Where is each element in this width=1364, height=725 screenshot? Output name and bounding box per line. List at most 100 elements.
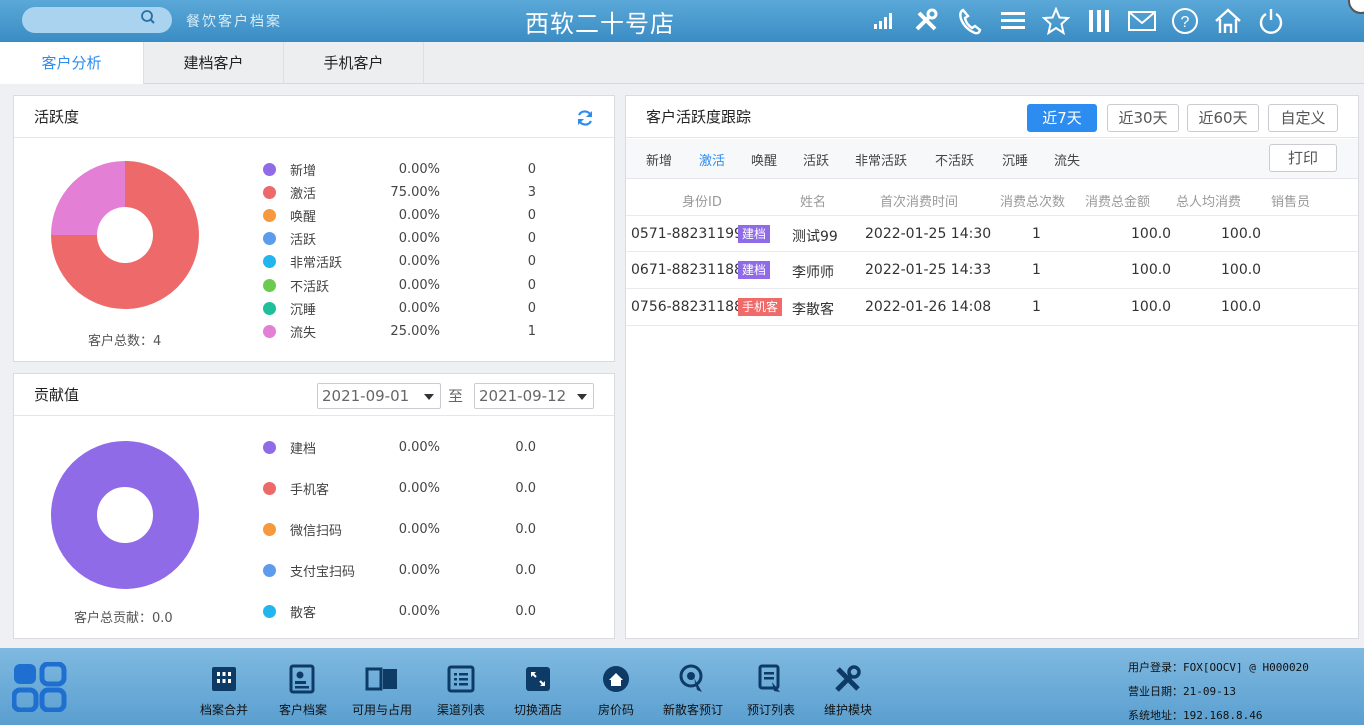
menu-icon[interactable] [997, 5, 1029, 37]
help-icon[interactable]: ? [1169, 5, 1201, 37]
legend-name: 非常活跃 [290, 256, 343, 272]
activity-legend-item[interactable]: 新增 0.00% 0 [262, 159, 536, 179]
tools-icon[interactable] [911, 5, 943, 37]
cell-amount: 100.0 [1131, 226, 1172, 242]
maintenance-button[interactable]: 维护模块 [813, 662, 883, 718]
contribution-legend-item[interactable]: 微信扫码 0.00% 0.0 [262, 519, 536, 539]
filter-awakened[interactable]: 唤醒 [751, 150, 777, 169]
legend-name: 唤醒 [290, 209, 317, 225]
channel-list-button[interactable]: 渠道列表 [426, 662, 496, 718]
business-date-value: 21-09-13 [1183, 685, 1236, 698]
legend-value: 0 [527, 161, 536, 177]
column-header-salesperson[interactable]: 销售员 [1271, 191, 1310, 210]
activity-legend-item[interactable]: 激活 75.00% 3 [262, 182, 536, 202]
contribution-legend-item[interactable]: 散客 0.00% 0.0 [262, 601, 536, 621]
legend-percent: 0.00% [398, 161, 440, 177]
print-button[interactable]: 打印 [1269, 144, 1337, 172]
filter-dormant[interactable]: 沉睡 [1002, 150, 1028, 169]
activity-legend-item[interactable]: 不活跃 0.00% 0 [262, 275, 536, 295]
legend-name: 支付宝扫码 [290, 564, 356, 580]
booking-list-button[interactable]: 预订列表 [736, 662, 806, 718]
activity-legend-item[interactable]: 活跃 0.00% 0 [262, 229, 536, 249]
status-filter-bar: 新增 激活 唤醒 活跃 非常活跃 不活跃 沉睡 流失 打印 [626, 139, 1358, 179]
columns-icon[interactable] [1083, 5, 1115, 37]
tab-mobile-customers[interactable]: 手机客户 [284, 42, 424, 84]
customer-type-badge: 建档 [738, 225, 771, 243]
table-row[interactable]: 0671-88231188 建档 李师师 2022-01-25 14:33 1 100.0… [626, 252, 1358, 289]
activity-legend-item[interactable]: 唤醒 0.00% 0 [262, 205, 536, 225]
app-logo-icon[interactable] [12, 662, 68, 712]
cell-average: 100.0 [1221, 226, 1262, 242]
customer-file-button[interactable]: 客户档案 [268, 662, 338, 718]
new-booking-button[interactable]: 新散客预订 [658, 662, 728, 718]
home-icon[interactable] [1212, 5, 1244, 37]
legend-percent: 0.00% [398, 207, 440, 223]
refresh-icon[interactable] [575, 108, 595, 128]
close-icon[interactable] [1348, 0, 1364, 14]
legend-name: 散客 [290, 605, 317, 621]
column-header-first-time[interactable]: 首次消费时间 [880, 191, 958, 210]
maintenance-icon [831, 662, 865, 696]
maintenance-label: 维护模块 [823, 703, 872, 717]
column-header-name[interactable]: 姓名 [800, 191, 826, 210]
cell-count: 1 [1032, 262, 1041, 278]
contribution-legend-item[interactable]: 建档 0.00% 0.0 [262, 437, 536, 457]
contribution-legend-item[interactable]: 支付宝扫码 0.00% 0.0 [262, 560, 536, 580]
legend-name: 活跃 [290, 233, 317, 249]
star-icon[interactable] [1040, 5, 1072, 37]
range-30days-button[interactable]: 近30天 [1107, 104, 1179, 132]
range-7days-button[interactable]: 近7天 [1027, 104, 1097, 132]
switch-hotel-icon [521, 662, 555, 696]
activity-donut-slice [51, 161, 125, 235]
filter-lost[interactable]: 流失 [1054, 150, 1080, 169]
legend-percent: 75.00% [390, 184, 440, 200]
column-header-count[interactable]: 消费总次数 [1000, 191, 1065, 210]
date-separator: 至 [448, 387, 464, 405]
switch-hotel-button[interactable]: 切换酒店 [503, 662, 573, 718]
rate-code-button[interactable]: 房价码 [581, 662, 651, 718]
filter-activated[interactable]: 激活 [699, 150, 725, 169]
cell-count: 1 [1032, 226, 1041, 242]
activity-legend-item[interactable]: 沉睡 0.00% 0 [262, 298, 536, 318]
signal-icon[interactable] [868, 5, 900, 37]
legend-dot-icon [263, 604, 276, 618]
filter-inactive[interactable]: 不活跃 [935, 150, 974, 169]
column-header-average[interactable]: 总人均消费 [1176, 191, 1241, 210]
range-custom-button[interactable]: 自定义 [1268, 104, 1338, 132]
availability-icon [365, 662, 399, 696]
tab-customer-analysis[interactable]: 客户分析 [0, 42, 144, 84]
legend-value: 0.0 [515, 521, 536, 537]
mail-icon[interactable] [1126, 5, 1158, 37]
table-row[interactable]: 0756-88231188 手机客 李散客 2022-01-26 14:08 1 100.… [626, 289, 1358, 326]
customer-type-badge: 手机客 [738, 298, 783, 316]
range-60days-button[interactable]: 近60天 [1187, 104, 1259, 132]
contribution-donut-ring [51, 441, 199, 589]
column-header-amount[interactable]: 消费总金额 [1085, 191, 1150, 210]
date-from-select[interactable]: 2021-09-01 [317, 383, 441, 409]
legend-dot-icon [263, 185, 276, 199]
filter-new[interactable]: 新增 [646, 150, 672, 169]
power-icon[interactable] [1255, 5, 1287, 37]
column-header-id[interactable]: 身份ID [682, 191, 722, 210]
filter-active[interactable]: 活跃 [803, 150, 829, 169]
rate-code-icon [599, 662, 633, 696]
tab-file-customers[interactable]: 建档客户 [144, 42, 284, 84]
activity-legend-item[interactable]: 流失 25.00% 1 [262, 321, 536, 341]
availability-button[interactable]: 可用与占用 [347, 662, 417, 718]
customer-type-badge: 建档 [738, 261, 771, 279]
legend-value: 0.0 [515, 439, 536, 455]
booking-list-icon [754, 662, 788, 696]
contribution-legend-item[interactable]: 手机客 0.00% 0.0 [262, 478, 536, 498]
archive-merge-button[interactable]: 档案合并 [189, 662, 259, 718]
contribution-donut-chart [51, 441, 199, 589]
legend-name: 微信扫码 [290, 523, 343, 539]
cell-average: 100.0 [1221, 262, 1262, 278]
legend-value: 0 [527, 300, 536, 316]
legend-value: 0.0 [515, 480, 536, 496]
filter-very-active[interactable]: 非常活跃 [855, 150, 907, 169]
cell-first-time: 2022-01-25 14:30 [865, 226, 992, 242]
phone-icon[interactable] [954, 5, 986, 37]
table-row[interactable]: 0571-88231199 建档 测试99 2022-01-25 14:30 1 100.… [626, 215, 1358, 252]
date-to-select[interactable]: 2021-09-12 [474, 383, 594, 409]
activity-legend-item[interactable]: 非常活跃 0.00% 0 [262, 252, 536, 272]
